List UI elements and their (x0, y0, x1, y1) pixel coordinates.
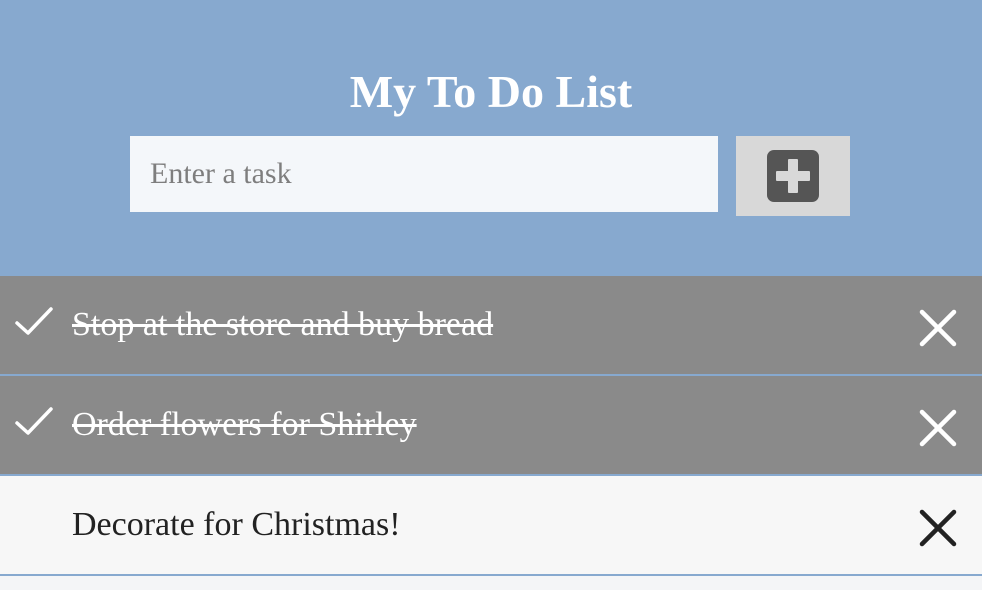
plus-square-icon (767, 150, 819, 202)
close-icon[interactable] (918, 308, 958, 348)
close-icon[interactable] (918, 408, 958, 448)
close-icon[interactable] (918, 508, 958, 548)
check-icon[interactable] (14, 306, 54, 338)
task-input[interactable] (130, 136, 718, 212)
app-header: My To Do List (0, 0, 982, 276)
task-label: Order flowers for Shirley (72, 406, 417, 443)
task-item[interactable]: Order flowers for Shirley (0, 376, 982, 476)
task-label: Decorate for Christmas! (72, 506, 401, 543)
task-item[interactable]: Stop at the store and buy bread (0, 276, 982, 376)
task-item[interactable]: Decorate for Christmas! (0, 476, 982, 576)
task-label: Stop at the store and buy bread (72, 306, 494, 343)
page-title: My To Do List (349, 66, 633, 117)
check-icon[interactable] (14, 406, 54, 438)
task-list: Stop at the store and buy bread Order fl… (0, 276, 982, 576)
add-task-button[interactable] (736, 136, 850, 216)
